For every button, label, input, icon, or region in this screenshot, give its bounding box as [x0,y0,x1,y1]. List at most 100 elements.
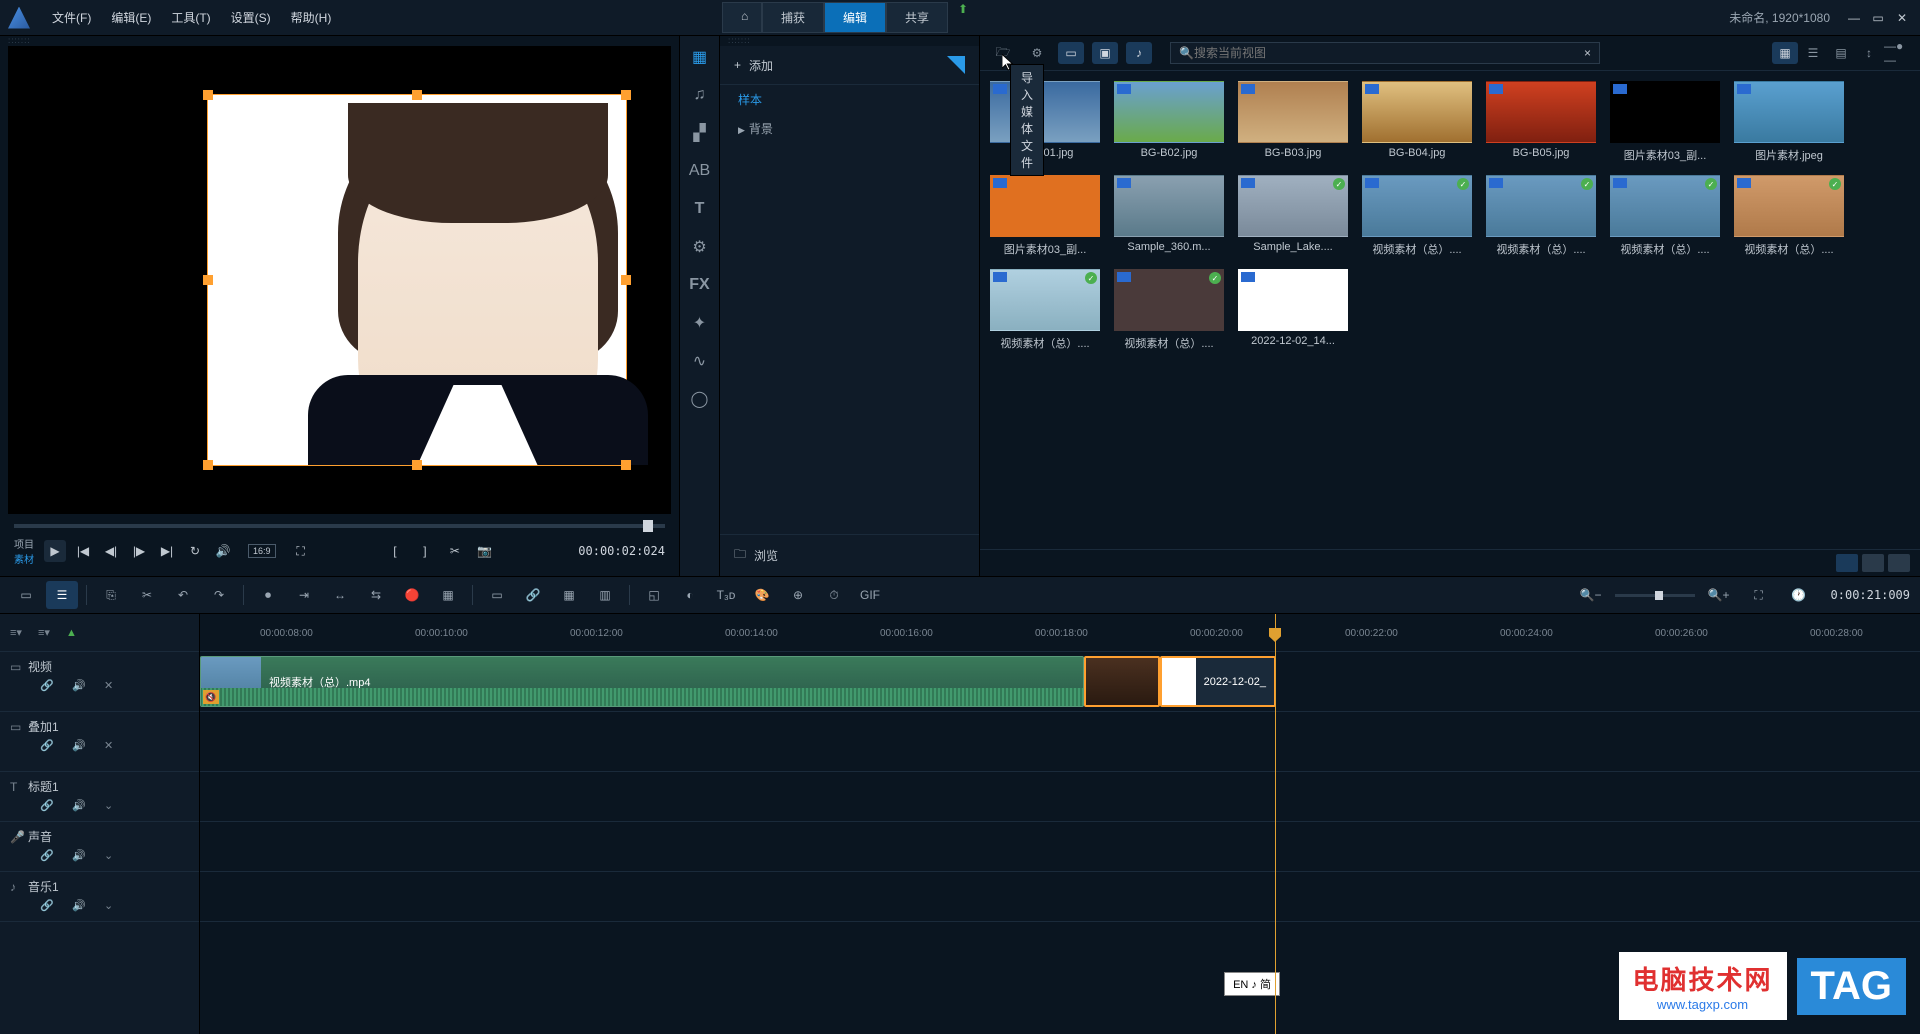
pan-zoom-button[interactable]: ◱ [638,581,670,609]
menu-settings[interactable]: 设置(S) [221,9,281,26]
tracking-icon[interactable]: ◯ [687,386,713,412]
mute-icon[interactable]: 🔊 [72,899,86,912]
media-item[interactable]: Sample_360.m... [1114,175,1224,257]
clip-photo[interactable]: 2022-12-02_ [1160,656,1276,707]
media-item[interactable]: 图片素材03_副... [990,175,1100,257]
track-menu-icon[interactable]: ≡▾ [10,626,24,639]
media-thumb[interactable]: ✓ [1114,269,1224,331]
search-box[interactable]: 🔍 × [1170,42,1600,64]
mute-icon[interactable]: 🔊 [72,679,86,692]
titles-icon[interactable]: AB [687,158,713,184]
effects-settings-icon[interactable]: ⚙ [687,234,713,260]
ripple-button[interactable]: ⇥ [288,581,320,609]
label-project[interactable]: 项目 [14,536,34,551]
category-background[interactable]: ▶背景 [720,114,979,143]
menu-edit[interactable]: 编辑(E) [101,9,161,26]
clip-transition[interactable] [1084,656,1160,707]
multicam-button[interactable]: ▦ [432,581,464,609]
media-thumb[interactable] [1238,81,1348,143]
panel-drag-handle[interactable]: ::::::: [0,36,679,46]
preview-scrub-bar[interactable] [14,524,665,528]
tab-edit[interactable]: 编辑 [824,2,886,33]
video-lane[interactable]: 视频素材（总）.mp4 🔇 2022-12-02_ [200,652,1920,712]
resize-handle-n[interactable] [412,90,422,100]
split-screen-button[interactable]: ▥ [589,581,621,609]
resize-handle-w[interactable] [203,275,213,285]
playhead[interactable] [1275,614,1276,1034]
gif-button[interactable]: GIF [854,581,886,609]
media-item[interactable]: ✓视频素材（总）.... [1114,269,1224,351]
zoom-in-button[interactable]: 🔍+ [1703,581,1735,609]
cut-button[interactable]: ✂ [131,581,163,609]
media-thumb[interactable] [1610,81,1720,143]
motion-track-button[interactable]: ⊕ [782,581,814,609]
tab-share[interactable]: 共享 [886,2,948,33]
redo-button[interactable]: ↷ [203,581,235,609]
search-clear-icon[interactable]: × [1584,46,1591,60]
preview-canvas[interactable] [87,90,593,470]
thumb-size-slider[interactable]: —●— [1884,42,1910,64]
timeline-clock-icon[interactable]: 🕐 [1783,581,1815,609]
sound-lane[interactable] [200,822,1920,872]
media-item[interactable]: 图片素材03_副... [1610,81,1720,163]
search-input[interactable] [1194,46,1584,60]
sort-button[interactable]: ↕ [1856,42,1882,64]
track-header-video[interactable]: ▭视频 🔗🔊✕ [0,652,199,712]
add-media-row[interactable]: + 添加 [720,46,979,85]
mark-out-button[interactable]: ] [414,540,436,562]
track-header-title[interactable]: T标题1 🔗🔊⌄ [0,772,199,822]
tab-home[interactable]: ⌂ [722,2,762,33]
snapshot-button[interactable]: 📷 [474,540,496,562]
menu-help[interactable]: 帮助(H) [281,9,342,26]
media-item[interactable]: ✓视频素材（总）.... [1734,175,1844,257]
resize-handle-se[interactable] [621,460,631,470]
media-item[interactable]: BG-B05.jpg [1486,81,1596,163]
media-item[interactable]: ✓视频素材（总）.... [990,269,1100,351]
expand-icon[interactable]: ⌄ [104,799,118,812]
slip-button[interactable]: ⇆ [360,581,392,609]
goto-start-button[interactable]: |◀ [72,540,94,562]
media-library-icon[interactable]: ▦ [687,44,713,70]
upload-icon[interactable]: ⬆ [958,2,968,33]
color-icon[interactable]: ✦ [687,310,713,336]
timeline-view-button[interactable]: ☰ [46,581,78,609]
label-source[interactable]: 素材 [14,551,34,566]
overlay-lane[interactable] [200,712,1920,772]
text-icon[interactable]: T [687,196,713,222]
record-button[interactable]: ⏺ [252,581,284,609]
track-header-overlay[interactable]: ▭叠加1 🔗🔊✕ [0,712,199,772]
play-button[interactable]: ▶ [44,540,66,562]
selected-clip-overlay[interactable] [207,94,627,466]
media-thumb[interactable]: ✓ [1734,175,1844,237]
media-item[interactable]: BG-B03.jpg [1238,81,1348,163]
link-icon[interactable]: 🔗 [40,679,54,692]
lock-icon[interactable]: ✕ [104,739,118,752]
filter-image-button[interactable]: ▣ [1092,42,1118,64]
link-icon[interactable]: 🔗 [40,899,54,912]
copy-button[interactable]: ⎘ [95,581,127,609]
footer-btn-3[interactable] [1888,554,1910,572]
clip-main-video[interactable]: 视频素材（总）.mp4 🔇 [200,656,1084,707]
media-item[interactable]: BG-B02.jpg [1114,81,1224,163]
mute-icon[interactable]: 🔊 [72,849,86,862]
resize-handle-nw[interactable] [203,90,213,100]
step-forward-button[interactable]: |▶ [128,540,150,562]
motion-path-icon[interactable]: ∿ [687,348,713,374]
media-thumb[interactable] [1734,81,1844,143]
title-lane[interactable] [200,772,1920,822]
mute-icon[interactable]: 🔊 [72,739,86,752]
media-item[interactable]: ✓视频素材（总）.... [1610,175,1720,257]
split-button[interactable]: ✂ [444,540,466,562]
ime-indicator[interactable]: EN ♪ 简 [1224,972,1280,996]
chain-button[interactable]: 🔗 [517,581,549,609]
goto-end-button[interactable]: ▶| [156,540,178,562]
media-item[interactable]: BG-B01.jpg [990,81,1100,163]
media-thumb[interactable] [1114,175,1224,237]
media-item[interactable]: ✓视频素材（总）.... [1486,175,1596,257]
media-thumb[interactable] [1486,81,1596,143]
minimize-button[interactable]: — [1844,10,1864,26]
view-list-button[interactable]: ☰ [1800,42,1826,64]
stretch-button[interactable]: ↔ [324,581,356,609]
effects-button[interactable]: ▭ [481,581,513,609]
cat-drag-handle[interactable]: ::::::: [720,36,979,46]
